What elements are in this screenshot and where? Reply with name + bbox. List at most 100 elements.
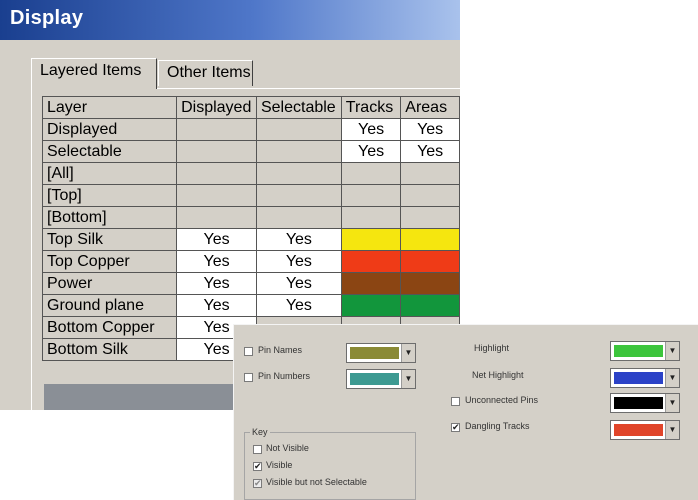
grid-cell[interactable]: Yes xyxy=(255,272,342,295)
net-highlight-label: Net Highlight xyxy=(472,370,524,380)
net-highlight-color-swatch xyxy=(614,372,663,384)
grid-cell[interactable]: Yes xyxy=(176,228,257,251)
grid-cell[interactable]: Yes xyxy=(340,140,402,163)
key-title: Key xyxy=(250,427,270,437)
column-header-areas[interactable]: Areas xyxy=(400,96,460,119)
dangling-tracks-label: Dangling Tracks xyxy=(465,421,530,431)
grid-cell[interactable]: Yes xyxy=(255,294,342,317)
table-row: [Top] xyxy=(41,184,460,207)
key-visible-checkbox: ✔ xyxy=(253,461,262,471)
pin-names-label: Pin Names xyxy=(258,345,303,355)
grid-cell[interactable] xyxy=(176,118,257,141)
layer-color-cell[interactable] xyxy=(340,272,402,295)
table-row: Displayed Yes Yes xyxy=(41,118,460,141)
row-header[interactable]: Power xyxy=(41,272,178,295)
row-header[interactable]: Bottom Silk xyxy=(41,338,178,361)
grid-cell[interactable]: Yes xyxy=(400,140,460,163)
grid-cell[interactable] xyxy=(255,184,342,207)
layer-color-cell[interactable] xyxy=(400,294,460,317)
grid-cell[interactable] xyxy=(255,162,342,185)
chevron-down-icon: ▼ xyxy=(665,342,679,360)
dangling-tracks-checkbox[interactable]: ✔ xyxy=(451,423,460,432)
grid-cell[interactable] xyxy=(176,162,257,185)
grid-cell[interactable] xyxy=(400,162,460,185)
pin-numbers-label: Pin Numbers xyxy=(258,371,311,381)
pin-numbers-color-select[interactable]: ▼ xyxy=(346,369,416,389)
key-visible-not-selectable-checkbox: ✔ xyxy=(253,478,262,488)
grid-cell[interactable] xyxy=(176,140,257,163)
grid-cell[interactable] xyxy=(340,184,402,207)
column-header-displayed[interactable]: Displayed xyxy=(176,96,257,119)
grid-cell[interactable]: Yes xyxy=(176,272,257,295)
dangling-tracks-color-select[interactable]: ▼ xyxy=(610,420,680,440)
chevron-down-icon: ▼ xyxy=(665,421,679,439)
tab-other-items[interactable]: Other Items xyxy=(158,60,253,86)
pin-names-color-select[interactable]: ▼ xyxy=(346,343,416,363)
unconnected-pins-color-select[interactable]: ▼ xyxy=(610,393,680,413)
grid-cell[interactable] xyxy=(400,206,460,229)
unconnected-pins-checkbox[interactable] xyxy=(451,397,460,406)
pin-names-color-swatch xyxy=(350,347,399,359)
grid-cell[interactable] xyxy=(176,184,257,207)
table-row: Top Copper Yes Yes xyxy=(41,250,460,273)
chevron-down-icon: ▼ xyxy=(401,344,415,362)
table-row: [All] xyxy=(41,162,460,185)
column-header-tracks[interactable]: Tracks xyxy=(340,96,402,119)
row-header[interactable]: Displayed xyxy=(41,118,178,141)
tab-layered-items[interactable]: Layered Items xyxy=(31,58,157,89)
highlight-label: Highlight xyxy=(474,343,510,353)
grid-cell[interactable]: Yes xyxy=(176,294,257,317)
row-header[interactable]: [Bottom] xyxy=(41,206,178,229)
column-header-selectable[interactable]: Selectable xyxy=(255,96,342,119)
grid-cell[interactable]: Yes xyxy=(340,118,402,141)
title-bar: Display xyxy=(0,0,460,40)
row-header[interactable]: Ground plane xyxy=(41,294,178,317)
row-header[interactable]: Bottom Copper xyxy=(41,316,178,339)
row-header[interactable]: Top Copper xyxy=(41,250,178,273)
layer-grid: Layer Displayed Selectable Tracks Areas … xyxy=(41,96,460,361)
column-header-layer[interactable]: Layer xyxy=(41,96,178,119)
net-highlight-color-select[interactable]: ▼ xyxy=(610,368,680,388)
key-groupbox: Key Not Visible ✔ Visible ✔ Visible but … xyxy=(244,427,416,500)
unconnected-pins-label: Unconnected Pins xyxy=(465,395,539,405)
pin-names-checkbox[interactable] xyxy=(244,347,253,356)
table-row: Top Silk Yes Yes xyxy=(41,228,460,251)
dangling-tracks-color-swatch xyxy=(614,424,663,436)
grid-cell[interactable] xyxy=(176,206,257,229)
grid-cell[interactable]: Yes xyxy=(255,228,342,251)
table-row: [Bottom] xyxy=(41,206,460,229)
grid-cell[interactable]: Yes xyxy=(400,118,460,141)
row-header[interactable]: Top Silk xyxy=(41,228,178,251)
chevron-down-icon: ▼ xyxy=(401,370,415,388)
row-header[interactable]: [All] xyxy=(41,162,178,185)
grid-cell[interactable] xyxy=(255,140,342,163)
grid-cell[interactable] xyxy=(255,206,342,229)
grid-header-row: Layer Displayed Selectable Tracks Areas xyxy=(41,96,460,119)
pin-numbers-checkbox[interactable] xyxy=(244,373,253,382)
unconnected-pins-color-swatch xyxy=(614,397,663,409)
row-header[interactable]: Selectable xyxy=(41,140,178,163)
table-row: Selectable Yes Yes xyxy=(41,140,460,163)
layer-color-cell[interactable] xyxy=(400,250,460,273)
key-not-visible-label: Not Visible xyxy=(266,443,309,453)
layer-color-cell[interactable] xyxy=(340,228,402,251)
chevron-down-icon: ▼ xyxy=(665,394,679,412)
grid-cell[interactable]: Yes xyxy=(255,250,342,273)
window-title: Display xyxy=(10,7,84,29)
row-header[interactable]: [Top] xyxy=(41,184,178,207)
grid-cell[interactable]: Yes xyxy=(176,250,257,273)
highlight-color-select[interactable]: ▼ xyxy=(610,341,680,361)
grid-cell[interactable] xyxy=(340,206,402,229)
layer-color-cell[interactable] xyxy=(340,294,402,317)
pin-numbers-color-swatch xyxy=(350,373,399,385)
layer-color-cell[interactable] xyxy=(400,228,460,251)
other-items-options-panel: Pin Names ▼ Pin Numbers ▼ Highlight ▼ Ne… xyxy=(233,324,698,500)
key-not-visible-checkbox xyxy=(253,445,262,454)
layer-color-cell[interactable] xyxy=(400,272,460,295)
grid-cell[interactable] xyxy=(255,118,342,141)
grid-cell[interactable] xyxy=(400,184,460,207)
chevron-down-icon: ▼ xyxy=(665,369,679,387)
key-visible-not-selectable-label: Visible but not Selectable xyxy=(266,477,367,487)
grid-cell[interactable] xyxy=(340,162,402,185)
layer-color-cell[interactable] xyxy=(340,250,402,273)
